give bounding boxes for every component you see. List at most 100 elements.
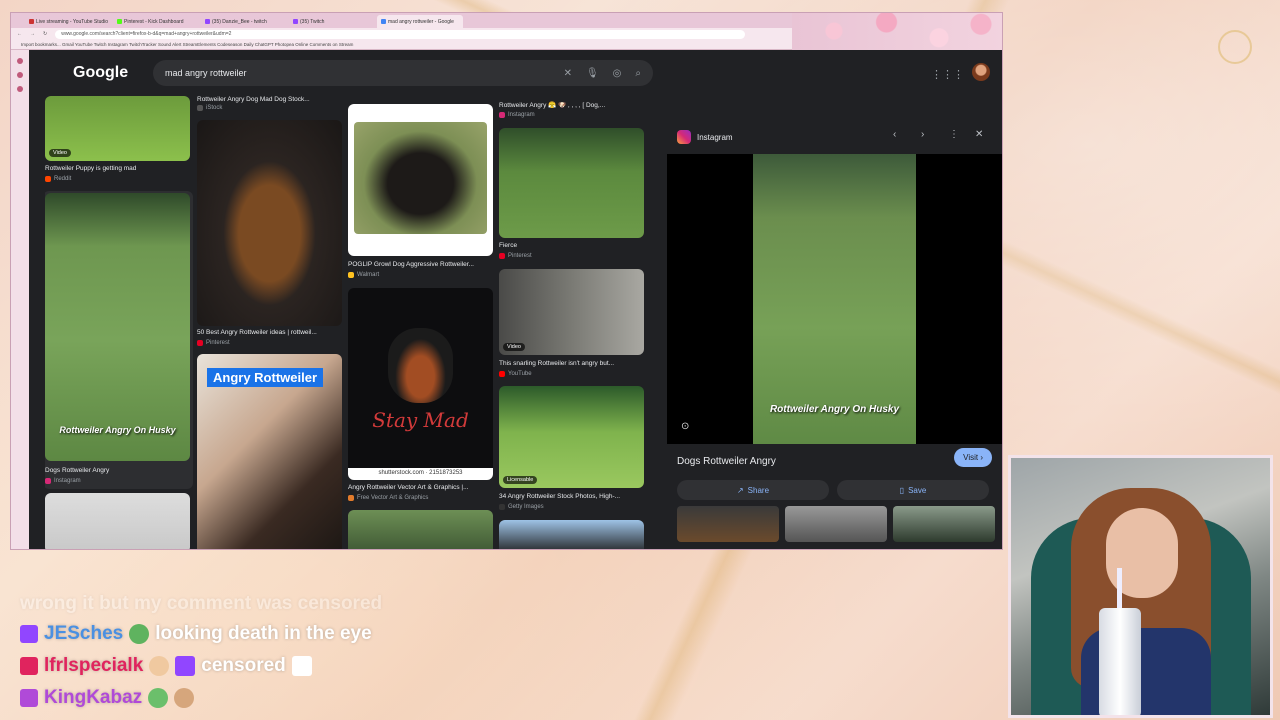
result-caption[interactable]: Angry Rottweiler Vector Art & Graphics |… [348,484,493,491]
result-image[interactable] [197,120,342,326]
result-image[interactable]: Video [45,96,190,161]
result-source[interactable]: YouTube [499,371,532,377]
related-thumbnail[interactable] [785,506,887,542]
lens-icon[interactable]: ◎ [613,68,622,79]
source-label: Getty Images [508,504,544,510]
youtube-icon [499,371,505,377]
reddit-icon [45,176,51,182]
chevron-left-icon[interactable]: ‹ [893,129,896,140]
result-image[interactable]: Stay Mad shutterstock.com · 2151873253 [348,288,493,480]
instagram-icon [499,112,505,118]
share-label: Share [747,485,770,495]
result-source[interactable]: Free Vector Art & Graphics [348,495,428,501]
sidebar-icon[interactable]: . [17,58,23,64]
mic-icon[interactable]: 🎙 [586,68,599,79]
result-image[interactable]: Video [499,269,644,355]
search-input[interactable]: mad angry rottweiler [165,68,550,78]
share-button[interactable]: ↗ Share [677,480,829,500]
source-label: Free Vector Art & Graphics [357,495,429,501]
badge-icon [148,688,169,708]
close-icon[interactable]: ✕ [975,129,983,140]
apps-grid-icon[interactable]: ⋮⋮⋮ [931,68,964,81]
result-image[interactable] [348,104,493,256]
twitch-icon [20,657,38,675]
preview-title[interactable]: Dogs Rottweiler Angry [677,456,776,467]
chat-message: KingKabaz [20,682,620,714]
tab-label: mad angry rottweiler - Google [388,18,454,25]
tab-google[interactable]: mad angry rottweiler - Google [377,15,463,28]
result-caption[interactable]: Fierce [499,242,644,249]
reload-icon[interactable]: ↻ [43,31,47,37]
instagram-icon [677,130,691,144]
search-icon[interactable]: ⌕ [635,68,641,79]
google-logo[interactable]: Google [29,64,149,82]
chat-text: wrong it but my comment was censored [20,593,383,614]
result-source[interactable]: Getty Images [499,504,544,510]
result-source[interactable]: Instagram [499,112,535,118]
result-source[interactable]: iStock [197,105,222,111]
related-thumbnail[interactable] [893,506,995,542]
result-image[interactable]: Rottweiler Angry On Husky [45,193,190,461]
image-overlay-text: Rottweiler Angry On Husky [769,404,900,415]
result-image[interactable] [348,510,493,549]
result-caption[interactable]: Dogs Rottweiler Angry [45,467,190,474]
tab-bar: Live streaming - YouTube Studio Pinteres… [11,13,1002,58]
result-image[interactable]: Angry Rottweiler [197,354,342,549]
chat-username: lfrlspecialk [44,655,144,676]
result-caption[interactable]: Rottweiler Puppy is getting mad [45,165,190,172]
result-caption[interactable]: 34 Angry Rottweiler Stock Photos, High-.… [499,493,644,500]
result-source[interactable]: Pinterest [499,253,532,259]
source-label: Pinterest [206,340,230,346]
result-image[interactable]: Licensable [499,386,644,488]
image-title-label: Angry Rottweiler [207,368,324,387]
save-button[interactable]: ▯ Save [837,480,989,500]
preview-photo: Rottweiler Angry On Husky [753,154,916,444]
forward-icon[interactable]: → [30,31,35,37]
video-badge: Video [49,149,71,157]
twitch-icon [20,625,38,643]
google-header: Google mad angry rottweiler ✕ 🎙 ◎ ⌕ ⋮⋮⋮ [29,50,1002,96]
result-caption[interactable]: Rottweiler Angry Dog Mad Dog Stock... [197,96,342,103]
result-image[interactable] [499,128,644,238]
result-image[interactable] [499,520,644,549]
related-thumbnail[interactable] [677,506,779,542]
preview-panel: Instagram ‹ › ⋮ ✕ Rottweiler Angry On Hu… [667,122,1002,549]
clear-icon[interactable]: ✕ [564,68,572,79]
result-caption[interactable]: Rottweiler Angry 😤 🐶 , , , , [ Dog,... [499,101,644,109]
more-options-icon[interactable]: ⋮ [949,129,959,140]
badge-icon [129,624,150,644]
result-source[interactable]: Instagram [45,478,81,484]
result-image[interactable] [45,493,190,549]
source-label: Reddit [54,176,72,182]
result-caption[interactable]: 50 Best Angry Rottweiler ideas | rottwei… [197,329,342,336]
tab-kick[interactable]: Pinterest - Kick Dashboard [113,15,199,28]
result-caption[interactable]: This snarling Rottweiler isn't angry but… [499,360,644,367]
avatar[interactable] [972,63,990,81]
image-overlay-text: Rottweiler Angry On Husky [59,425,176,435]
emote-icon [149,656,170,676]
sidebar-icon[interactable]: . [17,72,23,78]
result-source[interactable]: Walmart [348,272,379,278]
preview-source[interactable]: Instagram [697,133,733,142]
chat-overlay: wrong it but my comment was censored JES… [20,590,620,714]
result-source[interactable]: Reddit [45,176,71,182]
tab-twitch-1[interactable]: (35) Danzie_Bee - twitch [201,15,287,28]
tab-youtube[interactable]: Live streaming - YouTube Studio [25,15,111,28]
art-text: Stay Mad [372,408,469,432]
tab-label: (35) Twitch [300,18,325,25]
search-box[interactable]: mad angry rottweiler ✕ 🎙 ◎ ⌕ [153,60,653,86]
visit-button[interactable]: Visit › [954,448,992,467]
result-source[interactable]: Pinterest [197,340,230,346]
browser-window: Live streaming - YouTube Studio Pinteres… [10,12,1003,550]
save-label: Save [908,485,927,495]
preview-image[interactable]: Rottweiler Angry On Husky ⊙ [667,154,1002,444]
chevron-right-icon[interactable]: › [921,129,924,140]
related-thumbnails [677,506,995,542]
back-icon[interactable]: ← [17,31,22,37]
result-caption[interactable]: POGLIP Growl Dog Aggressive Rottweiler..… [348,261,493,268]
url-field[interactable]: www.google.com/search?client=firefox-b-d… [55,29,746,39]
lens-icon[interactable]: ⊙ [681,421,689,432]
source-label: Walmart [357,272,380,278]
sidebar-icon[interactable]: . [17,86,23,92]
tab-twitch-2[interactable]: (35) Twitch [289,15,375,28]
